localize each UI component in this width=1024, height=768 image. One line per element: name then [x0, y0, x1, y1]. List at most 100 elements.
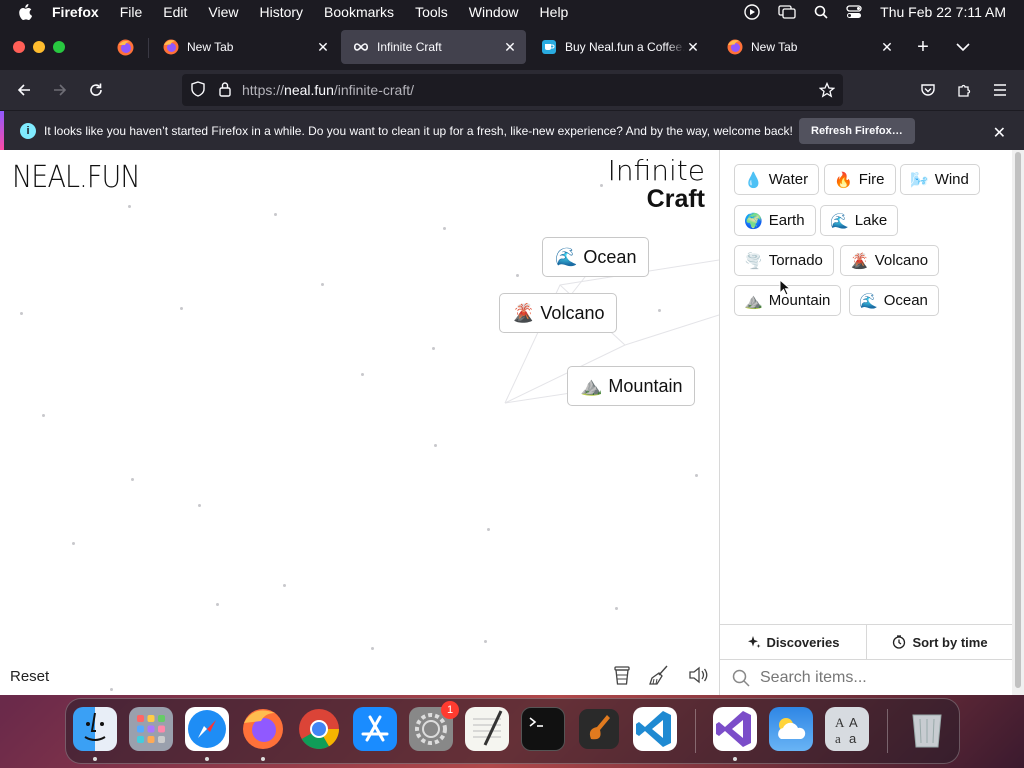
page-scrollbar[interactable] — [1012, 150, 1024, 695]
item-label: Fire — [858, 171, 885, 188]
new-tab-plus-icon[interactable]: + — [913, 37, 933, 58]
textedit-icon[interactable] — [465, 707, 509, 751]
firefox-icon — [163, 39, 179, 55]
sound-speaker-icon[interactable] — [687, 663, 711, 687]
menubar-datetime[interactable]: Thu Feb 22 7:11 AM — [880, 4, 1006, 20]
control-center-icon[interactable] — [846, 5, 862, 19]
info-icon: i — [20, 122, 36, 139]
forward-arrow-icon[interactable] — [48, 78, 72, 102]
tab-bar: New Tab ✕ Infinite Craft ✕ Buy Neal.fun … — [0, 24, 1024, 70]
font-book-icon[interactable]: AAaa — [825, 707, 869, 751]
firefox-dock-icon[interactable] — [241, 707, 285, 751]
back-arrow-icon[interactable] — [12, 78, 36, 102]
url-host: neal.fun — [284, 82, 334, 98]
discoveries-label: Discoveries — [766, 634, 840, 650]
tracking-protection-shield-icon[interactable] — [190, 80, 206, 100]
visual-studio-icon[interactable] — [713, 707, 757, 751]
discoveries-button[interactable]: Discoveries — [720, 625, 867, 659]
lock-icon[interactable] — [218, 81, 232, 100]
refresh-firefox-button[interactable]: Refresh Firefox… — [799, 118, 915, 144]
item-label: Earth — [768, 212, 805, 229]
scrollbar-thumb[interactable] — [1015, 152, 1021, 688]
reset-button[interactable]: Reset — [10, 668, 49, 685]
tab-new-tab-1[interactable]: New Tab ✕ — [151, 30, 339, 64]
tab-close-icon[interactable]: ✕ — [502, 39, 518, 56]
pocket-icon[interactable] — [916, 78, 940, 102]
apple-icon[interactable] — [18, 4, 36, 20]
launchpad-icon[interactable] — [129, 707, 173, 751]
tornado-icon: 🌪️ — [744, 252, 763, 270]
list-all-tabs-chevron-icon[interactable] — [955, 40, 971, 58]
screen-mirroring-icon[interactable] — [778, 5, 796, 19]
connection-lines — [504, 257, 719, 404]
safari-icon[interactable] — [185, 707, 229, 751]
menu-help[interactable]: Help — [540, 4, 569, 20]
tab-infinite-craft[interactable]: Infinite Craft ✕ — [341, 30, 526, 64]
menu-tools[interactable]: Tools — [415, 4, 448, 20]
sidebar-item-wind[interactable]: 🌬️ Wind — [900, 164, 980, 195]
neal-fun-logo[interactable]: NEAL.FUN — [12, 160, 141, 195]
bookmark-star-icon[interactable] — [818, 81, 836, 101]
firefox-view-icon[interactable] — [117, 39, 134, 61]
garageband-icon[interactable] — [577, 707, 621, 751]
sidebar-item-ocean[interactable]: 🌊 Ocean — [849, 285, 939, 316]
sort-by-time-button[interactable]: Sort by time — [867, 625, 1013, 659]
tab-close-icon[interactable]: ✕ — [685, 39, 701, 56]
item-label: Mountain — [768, 292, 831, 309]
window-close-button[interactable] — [13, 41, 25, 53]
url-bar[interactable]: https://neal.fun/infinite-craft/ — [182, 74, 843, 106]
broom-clear-icon[interactable] — [647, 663, 671, 687]
menu-bookmarks[interactable]: Bookmarks — [324, 4, 394, 20]
menu-window[interactable]: Window — [469, 4, 519, 20]
clock-icon — [893, 635, 906, 649]
sort-label: Sort by time — [912, 634, 988, 650]
system-settings-icon[interactable]: 1 — [409, 701, 459, 751]
svg-text:a: a — [835, 731, 841, 746]
search-bar — [720, 660, 1013, 695]
chrome-icon[interactable] — [297, 707, 341, 751]
sidebar-item-water[interactable]: 💧 Water — [734, 164, 820, 195]
menu-history[interactable]: History — [259, 4, 303, 20]
url-scheme: https:// — [242, 82, 285, 98]
tab-close-icon[interactable]: ✕ — [315, 39, 331, 56]
sidebar-item-earth[interactable]: 🌍 Earth — [734, 205, 816, 236]
tab-label: Infinite Craft — [377, 40, 442, 54]
search-items-input[interactable] — [760, 668, 990, 687]
tab-buy-coffee[interactable]: Buy Neal.fun a Coffee. ko ✕ — [529, 30, 709, 64]
url-path: /infinite-craft/ — [333, 82, 414, 98]
hamburger-menu-icon[interactable] — [988, 78, 1012, 102]
finder-icon[interactable] — [73, 707, 117, 751]
canvas-item-mountain[interactable]: ⛰️ Mountain — [567, 366, 696, 406]
vscode-icon[interactable] — [633, 707, 677, 751]
window-zoom-button[interactable] — [53, 41, 65, 53]
svg-text:A: A — [835, 715, 845, 730]
menu-file[interactable]: File — [120, 4, 143, 20]
tab-close-icon[interactable]: ✕ — [879, 39, 895, 56]
sidebar-item-lake[interactable]: 🌊 Lake — [820, 205, 899, 236]
canvas-item-volcano[interactable]: 🌋 Volcano — [499, 293, 618, 333]
craft-canvas[interactable]: NEAL.FUN Infinite Craft 🌊 Ocean 🌋 Volcan… — [0, 150, 719, 695]
menu-app-firefox[interactable]: Firefox — [52, 4, 99, 20]
sidebar-item-tornado[interactable]: 🌪️ Tornado — [734, 245, 834, 276]
weather-icon[interactable] — [769, 707, 813, 751]
svg-text:A: A — [849, 715, 858, 730]
sidebar-item-volcano[interactable]: 🌋 Volcano — [840, 245, 940, 276]
extensions-puzzle-icon[interactable] — [952, 78, 976, 102]
item-label: Ocean — [883, 292, 928, 309]
trash-icon[interactable] — [905, 707, 949, 751]
sidebar-item-fire[interactable]: 🔥 Fire — [824, 164, 896, 195]
coffee-cup-icon[interactable] — [610, 663, 634, 687]
app-store-icon[interactable] — [353, 707, 397, 751]
tab-new-tab-2[interactable]: New Tab ✕ — [715, 30, 903, 64]
spotlight-search-icon[interactable] — [814, 5, 828, 19]
mouse-cursor-icon — [779, 279, 791, 296]
menu-edit[interactable]: Edit — [163, 4, 187, 20]
canvas-item-ocean[interactable]: 🌊 Ocean — [542, 237, 650, 277]
screen-recording-icon[interactable] — [744, 4, 760, 20]
terminal-icon[interactable] — [521, 707, 565, 751]
menu-view[interactable]: View — [208, 4, 238, 20]
close-notification-icon[interactable]: ✕ — [993, 123, 1006, 143]
window-minimize-button[interactable] — [33, 41, 45, 53]
reload-icon[interactable] — [84, 78, 108, 102]
firefox-window: New Tab ✕ Infinite Craft ✕ Buy Neal.fun … — [0, 24, 1024, 695]
